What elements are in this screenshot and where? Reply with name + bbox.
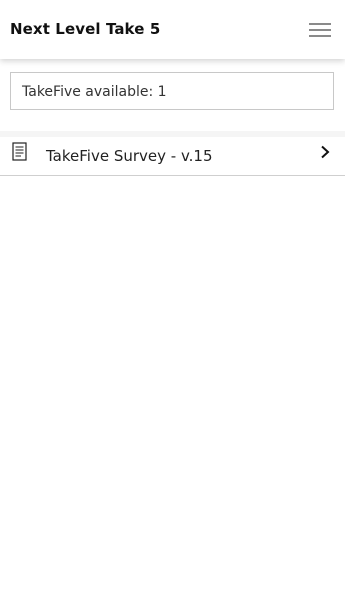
- availability-box: TakeFive available: 1: [10, 72, 334, 110]
- survey-label: TakeFive Survey - v.15: [46, 147, 213, 165]
- main-content: TakeFive available: 1 TakeFive Survey - …: [0, 59, 345, 592]
- hamburger-menu-icon[interactable]: [309, 20, 333, 40]
- chevron-right-icon: [321, 145, 330, 159]
- survey-list: TakeFive Survey - v.15: [0, 131, 345, 176]
- app-header: Next Level Take 5: [0, 0, 345, 59]
- document-icon: [12, 142, 27, 161]
- availability-text: TakeFive available: 1: [22, 84, 167, 100]
- app-title: Next Level Take 5: [10, 20, 161, 38]
- survey-list-item[interactable]: TakeFive Survey - v.15: [0, 137, 345, 175]
